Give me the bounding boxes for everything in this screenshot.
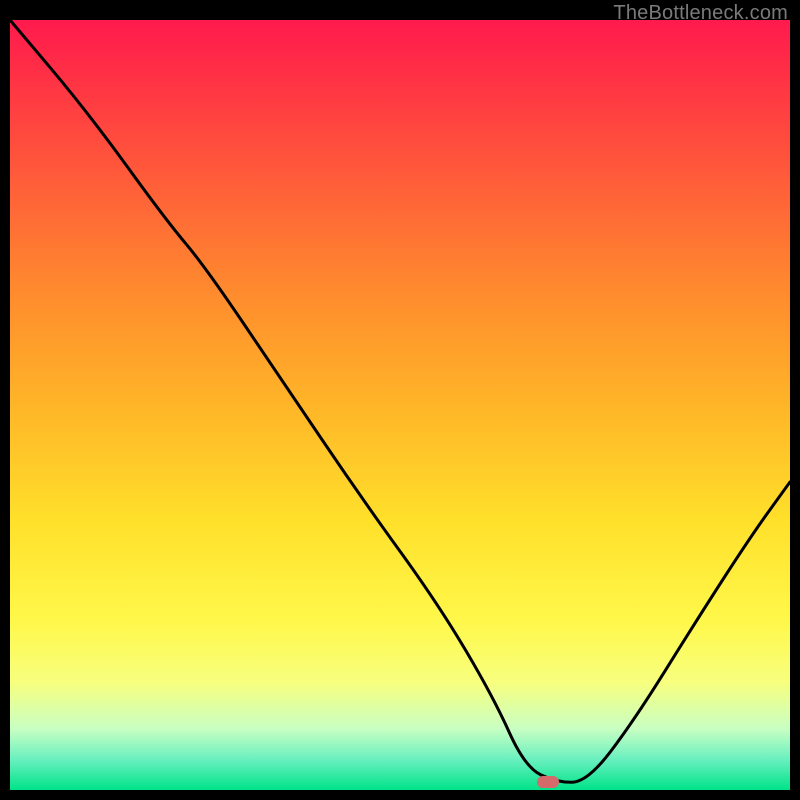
optimal-point-marker [537,776,559,788]
bottleneck-curve [10,20,790,790]
chart-frame [10,20,790,790]
